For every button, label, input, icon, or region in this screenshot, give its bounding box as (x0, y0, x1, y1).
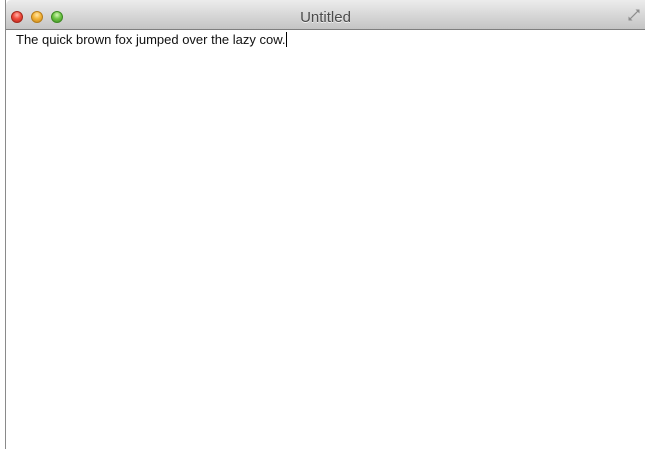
zoom-icon[interactable] (51, 11, 63, 23)
minimize-icon[interactable] (31, 11, 43, 23)
text-caret (285, 32, 287, 47)
fullscreen-icon[interactable] (627, 8, 641, 22)
title-bar[interactable]: Untitled (6, 0, 645, 30)
close-icon[interactable] (11, 11, 23, 23)
text-editor[interactable]: The quick brown fox jumped over the lazy… (6, 30, 645, 449)
window-title: Untitled (300, 9, 351, 26)
app-window: Untitled The quick brown fox jumped over… (5, 0, 645, 449)
document-text: The quick brown fox jumped over the lazy… (16, 32, 286, 47)
